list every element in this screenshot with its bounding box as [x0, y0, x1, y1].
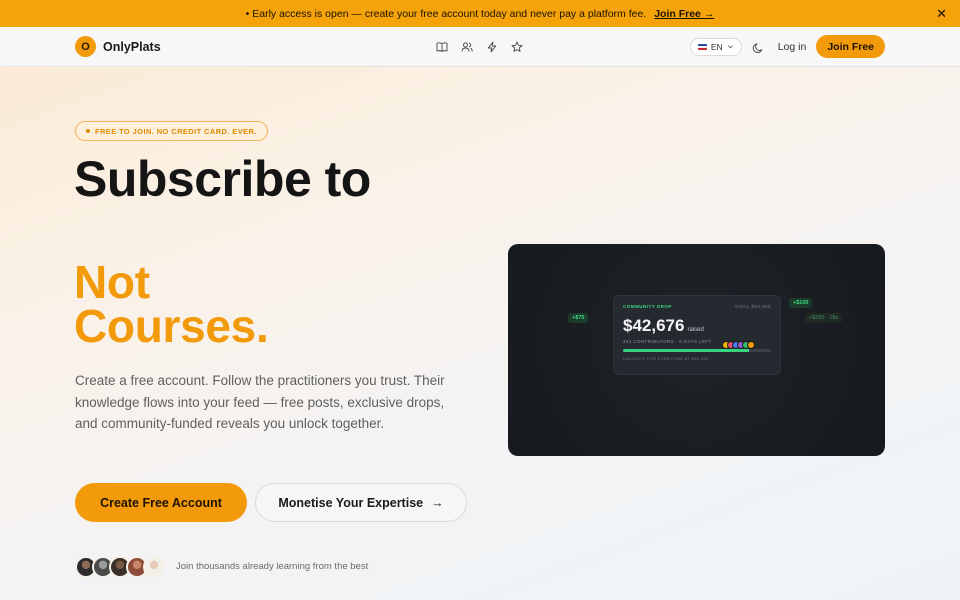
- announcement-bar: • Early access is open — create your fre…: [0, 0, 960, 27]
- monetise-expertise-button[interactable]: Monetise Your Expertise →: [255, 483, 467, 522]
- moon-icon[interactable]: [752, 41, 764, 53]
- raised-amount: $42,676: [623, 316, 685, 335]
- create-account-button[interactable]: Create Free Account: [75, 483, 247, 522]
- headline-line-1: Subscribe to: [74, 151, 371, 207]
- contributor-coins: [722, 341, 755, 349]
- announcement-text: • Early access is open — create your fre…: [245, 7, 647, 20]
- brand[interactable]: O OnlyPlats: [75, 36, 161, 57]
- top-nav: O OnlyPlats EN Log in Join Free: [0, 27, 960, 67]
- bolt-icon[interactable]: [486, 40, 498, 53]
- contribution-chip: +$75: [568, 313, 589, 323]
- users-icon[interactable]: [461, 40, 473, 52]
- logo-icon: O: [75, 36, 96, 57]
- contribution-chip: +$250 · 18s: [805, 313, 843, 323]
- nav-actions: EN Log in Join Free: [689, 35, 885, 58]
- free-badge: FREE TO JOIN. NO CREDIT CARD. EVER.: [75, 121, 268, 141]
- community-drop-preview: +$75 +$100 +$250 · 18s COMMUNITY DROP GO…: [508, 244, 885, 456]
- nav-icon-group: [436, 40, 523, 53]
- monetise-label: Monetise Your Expertise: [278, 495, 424, 510]
- social-proof-text: Join thousands already learning from the…: [176, 561, 369, 572]
- drop-progress-fill: [623, 349, 749, 352]
- headline-word-not: Not: [74, 256, 150, 308]
- flag-icon: [697, 43, 707, 50]
- close-icon[interactable]: ✕: [936, 6, 947, 22]
- avatar-stack: [75, 556, 165, 578]
- drop-amount-row: $42,676 raised: [623, 316, 771, 336]
- login-link[interactable]: Log in: [778, 41, 807, 53]
- raised-label: raised: [687, 327, 704, 333]
- book-icon[interactable]: [436, 40, 448, 52]
- headline-highlight: Not Courses.: [74, 256, 269, 352]
- drop-progress-bar: [623, 349, 771, 352]
- language-label: EN: [710, 41, 723, 52]
- headline-word-courses: Courses.: [74, 300, 269, 352]
- drop-label: COMMUNITY DROP: [623, 304, 672, 309]
- badge-dot-icon: [86, 129, 90, 133]
- contribution-chip: +$100: [789, 298, 813, 308]
- drop-goal: GOAL $50,000: [735, 304, 771, 309]
- join-free-button[interactable]: Join Free: [816, 35, 885, 58]
- badge-label: FREE TO JOIN. NO CREDIT CARD. EVER.: [95, 126, 257, 136]
- announcement-join-link[interactable]: Join Free →: [654, 8, 714, 20]
- star-icon[interactable]: [511, 40, 523, 52]
- avatar: [143, 556, 165, 578]
- brand-name: OnlyPlats: [103, 39, 161, 54]
- hero-description: Create a free account. Follow the practi…: [75, 373, 445, 431]
- community-drop-card: COMMUNITY DROP GOAL $50,000 $42,676 rais…: [613, 295, 781, 375]
- coin-icon: [747, 341, 755, 349]
- drop-header: COMMUNITY DROP GOAL $50,000: [623, 304, 771, 309]
- unlock-note: UNLOCKS FOR EVERYONE AT $50,000: [623, 356, 709, 361]
- chevron-down-icon: [727, 42, 734, 52]
- arrow-right-icon: →: [431, 495, 444, 510]
- language-selector[interactable]: EN: [689, 37, 742, 56]
